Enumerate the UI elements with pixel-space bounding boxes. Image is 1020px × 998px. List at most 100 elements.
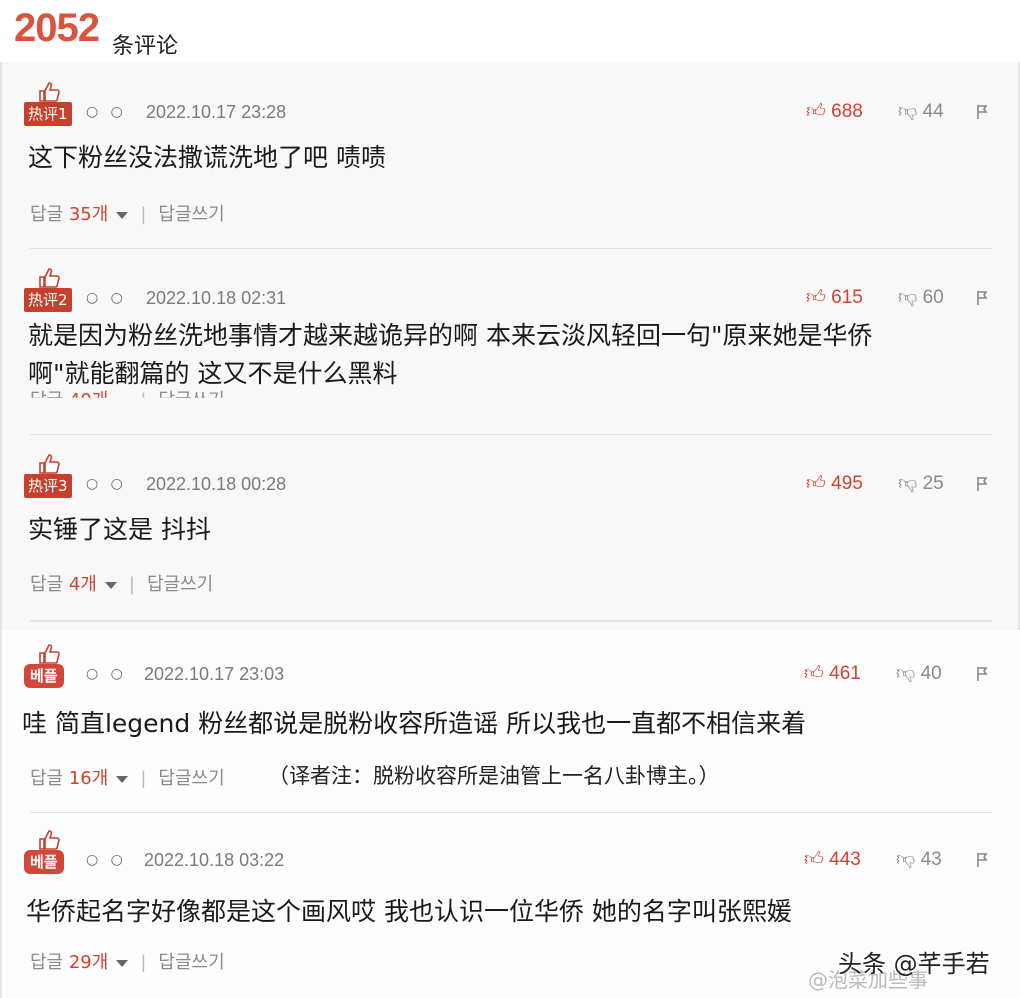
dislike-count: 40 bbox=[920, 663, 942, 684]
best-comments-area bbox=[2, 630, 1020, 998]
reply-bar[interactable]: 답글 29개 | 답글쓰기 bbox=[30, 948, 225, 974]
reply-bar[interactable]: 답글 16개 | 답글쓰기 bbox=[30, 764, 225, 790]
divider bbox=[30, 434, 992, 435]
separator: | bbox=[128, 574, 135, 595]
thumbs-up-icon bbox=[39, 830, 60, 850]
thumbs-up-icon bbox=[39, 454, 60, 474]
translator-note: （译者注：脱粉收容所是油管上一名八卦博主。） bbox=[268, 764, 720, 788]
comment-date: 2022.10.18 02:31 bbox=[146, 288, 287, 308]
thumbs-down-icon: 👎︎ bbox=[896, 849, 916, 870]
best-comment-badge: 베플 bbox=[24, 850, 64, 874]
thumbs-up-icon: 👍︎ bbox=[806, 473, 826, 494]
dislike-count: 43 bbox=[920, 849, 942, 870]
author-masked: ○ ○ bbox=[86, 104, 127, 120]
reply-bar[interactable]: 답글 35개 | 답글쓰기 bbox=[30, 200, 225, 226]
comment-text-line-2: 啊"就能翻篇的 这又不是什么黑料 bbox=[28, 359, 398, 388]
like-count: 495 bbox=[831, 473, 863, 494]
dislike-button[interactable]: 👎︎ 60 bbox=[898, 286, 944, 309]
separator: | bbox=[140, 952, 147, 973]
comment-date: 2022.10.17 23:03 bbox=[144, 664, 285, 684]
chevron-down-icon[interactable] bbox=[116, 959, 129, 967]
hot-badge: 热评1 bbox=[24, 82, 78, 126]
like-button[interactable]: 👍︎ 688 bbox=[806, 100, 863, 123]
chevron-down-icon[interactable] bbox=[116, 211, 129, 219]
hot-rank-badge: 热评3 bbox=[24, 474, 72, 498]
like-button[interactable]: 👍︎ 615 bbox=[806, 286, 863, 309]
chevron-down-icon[interactable] bbox=[104, 581, 117, 589]
comment-count-label: 条评论 bbox=[112, 34, 179, 59]
divider bbox=[30, 812, 992, 813]
comment-date: 2022.10.17 23:28 bbox=[146, 102, 287, 122]
like-button[interactable]: 👍︎ 443 bbox=[804, 848, 861, 871]
write-reply-link[interactable]: 답글쓰기 bbox=[158, 204, 224, 225]
author-masked: ○ ○ bbox=[86, 290, 127, 306]
dislike-button[interactable]: 👎︎ 40 bbox=[896, 662, 942, 685]
thumbs-up-icon bbox=[39, 82, 60, 102]
hot-rank-badge: 热评2 bbox=[24, 288, 72, 312]
comments-header: 2052 条评论 bbox=[0, 0, 1020, 62]
divider bbox=[30, 248, 992, 249]
hot-rank-badge: 热评1 bbox=[24, 102, 72, 126]
comment-text: 就是因为粉丝洗地事情才越来越诡异的啊 本来云淡风轻回一句"原来她是华侨 bbox=[28, 318, 873, 354]
thumbs-down-icon: 👎︎ bbox=[896, 663, 916, 684]
comment-text: 华侨起名字好像都是这个画风哎 我也认识一位华侨 她的名字叫张熙媛 bbox=[26, 897, 792, 926]
author-masked: ○ ○ bbox=[86, 476, 127, 492]
thumbs-up-icon bbox=[39, 644, 60, 664]
comment-text: 实锤了这是 抖抖 bbox=[28, 515, 211, 544]
like-button[interactable]: 👍︎ 495 bbox=[806, 472, 863, 495]
author-masked: ○ ○ bbox=[86, 852, 127, 868]
dislike-count: 44 bbox=[922, 101, 944, 122]
thumbs-down-icon: 👎︎ bbox=[898, 473, 918, 494]
divider bbox=[30, 620, 992, 622]
comment-text: 这下粉丝没法撒谎洗地了吧 啧啧 bbox=[28, 143, 386, 172]
separator: | bbox=[140, 204, 147, 225]
separator: | bbox=[140, 768, 147, 789]
comment-date: 2022.10.18 03:22 bbox=[144, 850, 285, 870]
reply-bar[interactable]: 답글 4개 | 답글쓰기 bbox=[30, 570, 213, 596]
like-count: 688 bbox=[831, 101, 863, 122]
flag-icon[interactable] bbox=[976, 476, 990, 492]
write-reply-link[interactable]: 답글쓰기 bbox=[158, 768, 224, 789]
hot-badge: 热评3 bbox=[24, 454, 78, 498]
best-comment-badge: 베플 bbox=[24, 664, 64, 688]
write-reply-link[interactable]: 답글쓰기 bbox=[158, 952, 224, 973]
best-badge: 베플 bbox=[24, 830, 78, 874]
reply-count: 4개 bbox=[68, 574, 97, 595]
flag-icon[interactable] bbox=[976, 666, 990, 682]
thumbs-down-icon: 👎︎ bbox=[898, 287, 918, 308]
reply-count: 35개 bbox=[68, 204, 109, 225]
dislike-count: 60 bbox=[922, 287, 944, 308]
reply-label: 답글 bbox=[30, 204, 64, 225]
dislike-button[interactable]: 👎︎ 44 bbox=[898, 100, 944, 123]
like-count: 443 bbox=[829, 849, 861, 870]
watermark: 头条 @芊手若 bbox=[838, 950, 990, 978]
best-badge: 베플 bbox=[24, 644, 78, 688]
comment-count: 2052 bbox=[14, 6, 100, 50]
reply-count: 29개 bbox=[68, 952, 109, 973]
reply-label: 답글 bbox=[30, 768, 64, 789]
thumbs-up-icon bbox=[39, 268, 60, 288]
thumbs-up-icon: 👍︎ bbox=[806, 101, 826, 122]
like-count: 461 bbox=[829, 663, 861, 684]
flag-icon[interactable] bbox=[976, 104, 990, 120]
thumbs-down-icon: 👎︎ bbox=[898, 101, 918, 122]
author-masked: ○ ○ bbox=[86, 666, 127, 682]
flag-icon[interactable] bbox=[976, 290, 990, 306]
like-button[interactable]: 👍︎ 461 bbox=[804, 662, 861, 685]
thumbs-up-icon: 👍︎ bbox=[804, 663, 824, 684]
thumbs-up-icon: 👍︎ bbox=[804, 849, 824, 870]
like-count: 615 bbox=[831, 287, 863, 308]
reply-count: 16개 bbox=[68, 768, 109, 789]
reply-label: 답글 bbox=[30, 574, 64, 595]
chevron-down-icon[interactable] bbox=[116, 775, 129, 783]
reply-label: 답글 bbox=[30, 952, 64, 973]
dislike-button[interactable]: 👎︎ 43 bbox=[896, 848, 942, 871]
dislike-count: 25 bbox=[922, 473, 944, 494]
comment-date: 2022.10.18 00:28 bbox=[146, 474, 287, 494]
flag-icon[interactable] bbox=[976, 852, 990, 868]
comment-text: 哇 简直legend 粉丝都说是脱粉收容所造谣 所以我也一直都不相信来着 bbox=[22, 709, 807, 738]
write-reply-link[interactable]: 답글쓰기 bbox=[147, 574, 213, 595]
hot-badge: 热评2 bbox=[24, 268, 78, 312]
thumbs-up-icon: 👍︎ bbox=[806, 287, 826, 308]
dislike-button[interactable]: 👎︎ 25 bbox=[898, 472, 944, 495]
